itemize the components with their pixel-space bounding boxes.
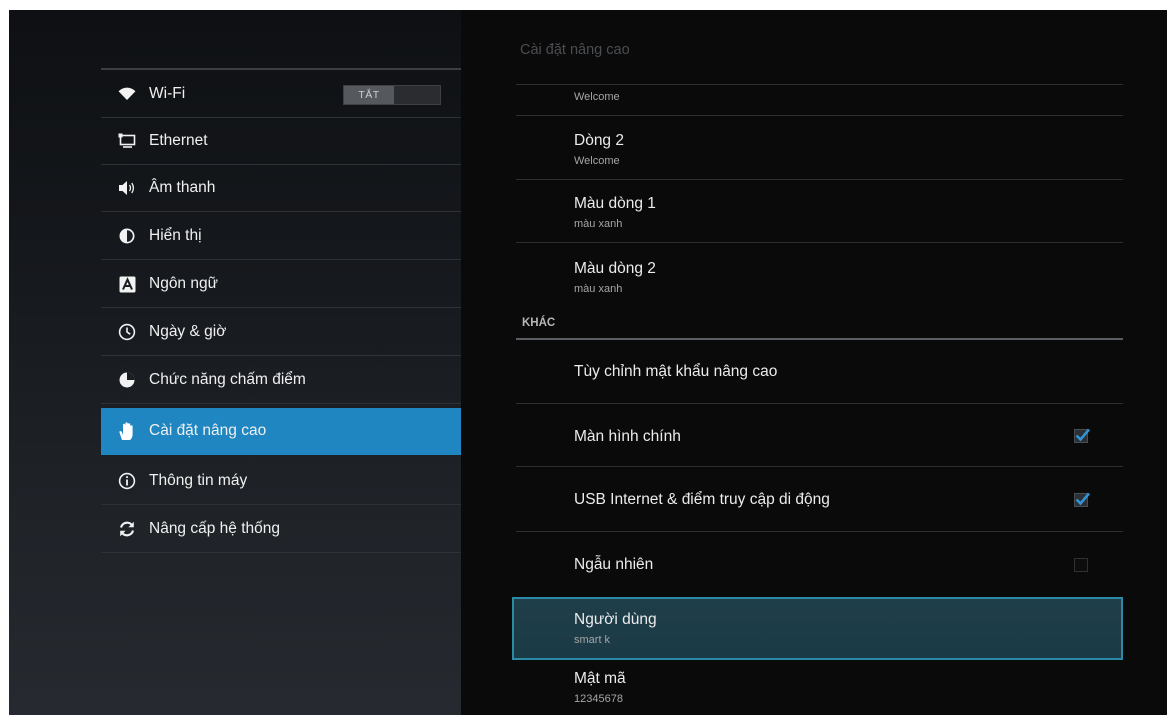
row-title[interactable]: Màu dòng 1 <box>574 195 656 213</box>
refresh-icon <box>117 519 137 539</box>
row-title[interactable]: Dòng 2 <box>574 132 624 150</box>
check-icon <box>1075 428 1090 442</box>
brightness-icon <box>117 226 137 246</box>
divider <box>516 403 1123 404</box>
volume-icon <box>117 178 137 198</box>
pie-icon <box>117 370 137 390</box>
section-divider <box>516 338 1123 340</box>
nav-item-label: Cài đặt nâng cao <box>149 422 267 439</box>
settings-screen: Wi-Fi TẮT Ethernet Âm thanh Hiển thị Ngô… <box>9 10 1167 715</box>
advanced-settings-panel: Cài đặt nâng cao Welcome Dòng 2 Welcome … <box>461 10 1167 715</box>
nav-item-label: Wi-Fi <box>149 85 186 102</box>
language-icon <box>117 274 137 294</box>
random-checkbox[interactable] <box>1074 558 1088 572</box>
nav-item-device-info[interactable]: Thông tin máy <box>101 458 461 505</box>
nav-item-language[interactable]: Ngôn ngữ <box>101 261 461 308</box>
hand-icon <box>117 421 137 441</box>
row-subtitle: màu xanh <box>574 218 623 230</box>
nav-item-label: Thông tin máy <box>149 472 248 489</box>
nav-item-label: Âm thanh <box>149 179 216 196</box>
wifi-toggle-label: TẮT <box>344 86 394 104</box>
row-subtitle: smart k <box>574 634 611 646</box>
row-title-random[interactable]: Ngẫu nhiên <box>574 556 653 574</box>
nav-item-display[interactable]: Hiển thị <box>101 213 461 260</box>
nav-item-ethernet[interactable]: Ethernet <box>101 118 461 165</box>
row-title-home-screen[interactable]: Màn hình chính <box>574 428 681 446</box>
nav-item-sound[interactable]: Âm thanh <box>101 165 461 212</box>
nav-item-label: Ethernet <box>149 132 208 149</box>
divider <box>516 531 1123 532</box>
nav-item-label: Hiển thị <box>149 227 202 244</box>
divider <box>516 466 1123 467</box>
row-title-user: Người dùng <box>574 611 657 628</box>
usb-hotspot-checkbox[interactable] <box>1074 492 1090 507</box>
divider <box>516 115 1123 116</box>
wifi-toggle-switch[interactable]: TẮT <box>343 85 441 105</box>
nav-item-scoring[interactable]: Chức năng chấm điểm <box>101 357 461 404</box>
info-icon <box>117 471 137 491</box>
row-subtitle: màu xanh <box>574 283 623 295</box>
row-title[interactable]: Màu dòng 2 <box>574 260 656 278</box>
nav-item-label: Nâng cấp hệ thống <box>149 520 280 537</box>
divider <box>516 242 1123 243</box>
wifi-icon <box>117 84 137 104</box>
nav-item-advanced-settings[interactable]: Cài đặt nâng cao <box>101 408 461 455</box>
divider <box>516 179 1123 180</box>
nav-top-divider <box>101 68 461 70</box>
row-title-password[interactable]: Mật mã <box>574 670 626 688</box>
home-screen-checkbox[interactable] <box>1074 428 1090 443</box>
settings-nav-panel: Wi-Fi TẮT Ethernet Âm thanh Hiển thị Ngô… <box>9 10 461 715</box>
row-subtitle: 12345678 <box>574 693 623 705</box>
row-title-custom-password[interactable]: Tùy chỉnh mật khẩu nâng cao <box>574 363 777 381</box>
nav-item-system-update[interactable]: Nâng cấp hệ thống <box>101 506 461 553</box>
panel-title: Cài đặt nâng cao <box>520 42 630 58</box>
divider <box>516 84 1123 85</box>
section-header: KHÁC <box>522 317 556 329</box>
nav-item-label: Ngày & giờ <box>149 323 227 340</box>
clock-icon <box>117 322 137 342</box>
ethernet-icon <box>117 131 137 151</box>
check-icon <box>1075 492 1090 506</box>
nav-item-datetime[interactable]: Ngày & giờ <box>101 309 461 356</box>
nav-item-wifi[interactable]: Wi-Fi TẮT <box>101 71 461 118</box>
row-subtitle[interactable]: Welcome <box>574 91 620 103</box>
row-title-usb-hotspot[interactable]: USB Internet & điểm truy cập di động <box>574 491 830 509</box>
row-subtitle: Welcome <box>574 155 620 167</box>
nav-item-label: Chức năng chấm điểm <box>149 371 306 388</box>
nav-item-label: Ngôn ngữ <box>149 275 218 292</box>
